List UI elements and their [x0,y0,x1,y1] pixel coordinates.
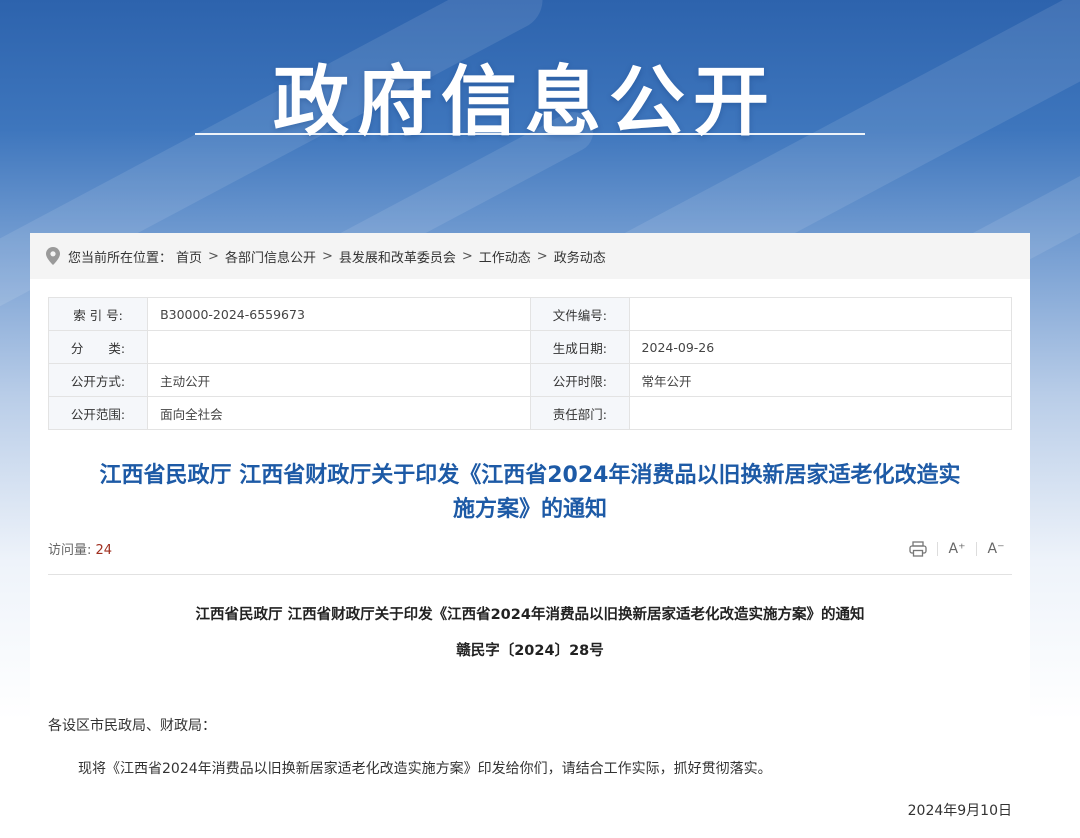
print-button[interactable] [906,538,930,560]
table-row: 索 引 号: B30000-2024-6559673 文件编号: [47,297,1013,331]
tool-divider [976,542,977,556]
breadcrumb-work-news[interactable]: 工作动态 [479,247,531,266]
meta-key: 文件编号: [530,297,630,331]
breadcrumb-home[interactable]: 首页 [176,247,202,266]
document-salutation: 各设区市民政局、财政局： [48,718,216,734]
font-increase-icon: A⁺ [948,541,966,557]
breadcrumb-prefix: 您当前所在位置： [68,250,173,266]
meta-key: 公开方式: [47,363,149,397]
views-count: 24 [95,543,113,558]
meta-key: 分 类: [47,330,149,364]
document-tools: A⁺ A⁻ [906,538,1008,560]
table-row: 分 类: 生成日期: 2024-09-26 [47,330,1013,364]
document-date: 2024年9月10日 [907,803,1012,819]
breadcrumb-dev-reform[interactable]: 县发展和改革委员会 [339,247,456,266]
meta-value [628,396,1013,430]
font-decrease-icon: A⁻ [987,541,1005,557]
breadcrumb-gov-news[interactable]: 政务动态 [554,247,606,266]
meta-key: 公开时限: [530,363,630,397]
meta-value: 常年公开 [628,363,1013,397]
document-number: 赣民字〔2024〕28号 [456,643,604,659]
meta-value: B30000-2024-6559673 [147,297,532,331]
breadcrumb-separator: > [461,248,473,264]
document-title-line: 施方案》的通知 [452,497,607,522]
breadcrumb-dept-info[interactable]: 各部门信息公开 [225,247,316,266]
meta-key: 生成日期: [530,330,630,364]
document-meta-table: 索 引 号: B30000-2024-6559673 文件编号: 分 类: 生成… [47,297,1013,430]
location-pin-icon [46,247,60,265]
table-row: 公开方式: 主动公开 公开时限: 常年公开 [47,363,1013,397]
meta-value [628,297,1013,331]
font-decrease-button[interactable]: A⁻ [984,538,1008,560]
banner-underline [195,133,865,135]
document-body: 现将《江西省2024年消费品以旧换新居家适老化改造实施方案》印发给你们，请结合工… [78,761,772,777]
breadcrumb-separator: > [321,248,333,264]
meta-key: 索 引 号: [47,297,149,331]
content-panel: 您当前所在位置： 首页 > 各部门信息公开 > 县发展和改革委员会 > 工作动态… [30,233,1030,838]
breadcrumb-separator: > [208,248,219,264]
meta-key: 公开范围: [47,396,149,430]
meta-key: 责任部门: [530,396,630,430]
divider [48,574,1012,575]
meta-value: 面向全社会 [147,396,532,430]
views-label: 访问量: [48,543,92,558]
table-row: 公开范围: 面向全社会 责任部门: [47,396,1013,430]
tool-divider [937,542,938,556]
meta-value [147,330,532,364]
document-title: 江西省民政厅 江西省财政厅关于印发《江西省2024年消费品以旧换新居家适老化改造… [50,459,1010,527]
meta-value: 主动公开 [147,363,532,397]
font-increase-button[interactable]: A⁺ [945,538,969,560]
print-icon [909,541,927,557]
meta-value: 2024-09-26 [628,330,1013,364]
breadcrumb-separator: > [536,248,548,264]
document-title-line: 江西省民政厅 江西省财政厅关于印发《江西省2024年消费品以旧换新居家适老化改造… [99,463,961,488]
view-counter: 访问量: 24 [48,539,112,558]
document-subtitle: 江西省民政厅 江西省财政厅关于印发《江西省2024年消费品以旧换新居家适老化改造… [195,607,865,623]
breadcrumb: 您当前所在位置： 首页 > 各部门信息公开 > 县发展和改革委员会 > 工作动态… [30,233,1030,279]
